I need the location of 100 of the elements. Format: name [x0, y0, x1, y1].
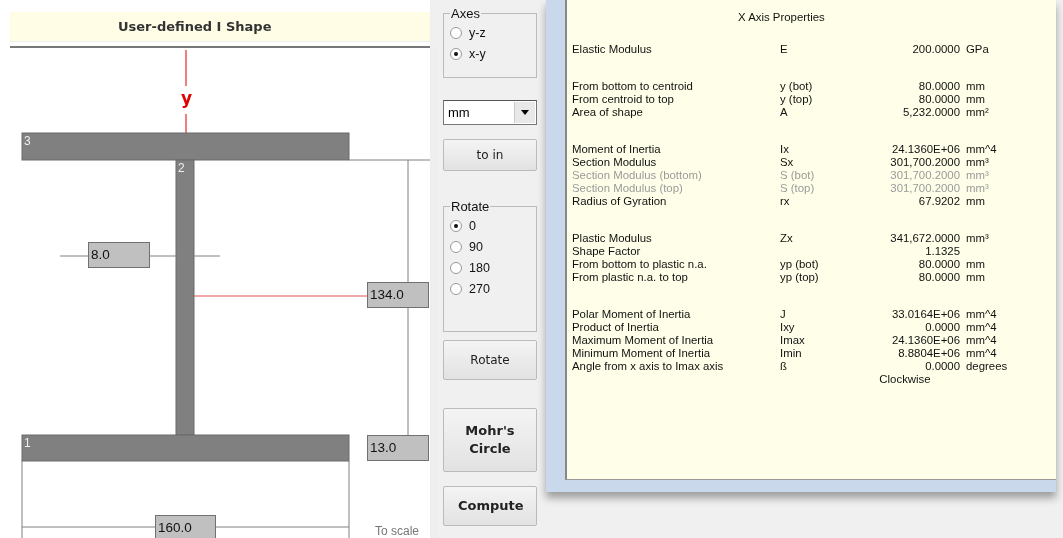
- property-unit: mm: [966, 271, 985, 284]
- dimension-line: [149, 255, 221, 257]
- properties-title: X Axis Properties: [737, 10, 826, 24]
- dimension-field[interactable]: 134.0: [367, 282, 429, 308]
- property-value: 0.0000: [924, 360, 960, 373]
- property-symbol: rx: [780, 195, 791, 208]
- panel-title: User-defined I Shape: [118, 19, 272, 34]
- property-label: From centroid to top: [572, 93, 675, 106]
- radio-button[interactable]: [450, 219, 462, 232]
- property-value: 24.1360E+06: [890, 143, 960, 156]
- radio-button[interactable]: [450, 26, 462, 39]
- group-title: Axes: [450, 6, 481, 21]
- radio-button[interactable]: [450, 240, 462, 253]
- property-unit: mm³: [966, 169, 989, 182]
- segment-number: 2: [178, 161, 185, 175]
- radio-label: x-y: [469, 46, 486, 61]
- property-symbol: yp (top): [780, 271, 820, 284]
- convert-button[interactable]: to in: [443, 139, 537, 171]
- radio-option[interactable]: 90: [450, 236, 536, 257]
- property-unit: mm³: [966, 156, 989, 169]
- property-value: 5,232.0000: [902, 106, 960, 119]
- radio-option[interactable]: x-y: [450, 43, 536, 64]
- unit-dropdown[interactable]: mm: [443, 100, 537, 125]
- radio-option[interactable]: 0: [450, 215, 536, 236]
- radio-label: 90: [469, 239, 483, 254]
- property-symbol: ß: [780, 360, 788, 373]
- property-symbol: Imin: [780, 347, 803, 360]
- radio-option[interactable]: 180: [450, 257, 536, 278]
- property-value: 33.0164E+06: [890, 308, 960, 321]
- property-value: 0.0000: [924, 321, 960, 334]
- property-label: Moment of Inertia: [572, 143, 662, 156]
- mohr-circle-button[interactable]: Mohr's Circle: [443, 408, 537, 472]
- rotate-button[interactable]: Rotate: [443, 340, 537, 380]
- property-label: Product of Inertia: [572, 321, 660, 334]
- segment-number: 3: [24, 134, 31, 148]
- property-label: Plastic Modulus: [572, 232, 653, 245]
- property-unit: degrees: [966, 360, 1008, 373]
- property-value: 80.0000: [917, 80, 960, 93]
- property-label: Maximum Moment of Inertia: [572, 334, 715, 347]
- property-unit: GPa: [966, 43, 989, 56]
- property-symbol: J: [780, 308, 787, 321]
- property-symbol: Zx: [780, 232, 794, 245]
- dimension-field[interactable]: 8.0: [88, 242, 150, 268]
- dimension-field[interactable]: 13.0: [367, 435, 429, 461]
- radio-button[interactable]: [450, 47, 462, 60]
- property-symbol: S (top): [780, 182, 816, 195]
- property-value: 301,700.2000: [889, 156, 960, 169]
- property-unit: mm: [966, 93, 985, 106]
- property-label: Section Modulus (bottom): [572, 169, 703, 182]
- property-value: 80.0000: [917, 271, 960, 284]
- property-label: Radius of Gyration: [572, 195, 668, 208]
- property-symbol: S (bot): [780, 169, 816, 182]
- property-unit: mm^4: [966, 321, 997, 334]
- property-unit: mm^4: [966, 334, 997, 347]
- property-unit: mm^4: [966, 347, 997, 360]
- web[interactable]: [175, 159, 195, 436]
- radio-option[interactable]: y-z: [450, 22, 536, 43]
- radio-option[interactable]: 270: [450, 278, 536, 299]
- property-label: Elastic Modulus: [572, 43, 653, 56]
- axis-label: y: [181, 88, 193, 108]
- property-unit: mm³: [966, 182, 989, 195]
- compute-button[interactable]: Compute: [443, 486, 537, 526]
- property-unit: mm³: [966, 232, 989, 245]
- property-value: 80.0000: [917, 258, 960, 271]
- property-label: From bottom to centroid: [572, 80, 694, 93]
- property-symbol: y (bot): [780, 80, 814, 93]
- dimension-field[interactable]: 160.0: [155, 515, 216, 538]
- bottom-flange[interactable]: [21, 434, 350, 462]
- property-unit: mm: [966, 258, 985, 271]
- property-unit: mm^4: [966, 308, 997, 321]
- property-unit: mm: [966, 80, 985, 93]
- property-label: Polar Moment of Inertia: [572, 308, 692, 321]
- scale-note: To scale: [375, 524, 420, 538]
- property-label: From bottom to plastic n.a.: [572, 258, 708, 271]
- radio-button[interactable]: [450, 282, 462, 295]
- property-unit: mm^4: [966, 143, 997, 156]
- property-label: Minimum Moment of Inertia: [572, 347, 711, 360]
- property-unit: mm²: [966, 106, 989, 119]
- property-value: 301,700.2000: [889, 182, 960, 195]
- property-label: Section Modulus (top): [572, 182, 684, 195]
- radio-button[interactable]: [450, 261, 462, 274]
- property-label: From plastic n.a. to top: [572, 271, 689, 284]
- property-value: 67.9202: [917, 195, 960, 208]
- property-label: Angle from x axis to Imax axis: [572, 360, 725, 373]
- group-title: Rotate: [450, 199, 491, 214]
- property-value: 341,672.0000: [889, 232, 960, 245]
- property-symbol: Ix: [780, 143, 790, 156]
- property-value: 1.1325: [924, 245, 960, 258]
- property-value: 200.0000: [911, 43, 960, 56]
- property-symbol: Ixy: [780, 321, 796, 334]
- property-symbol: Sx: [780, 156, 795, 169]
- property-label: Area of shape: [572, 106, 644, 119]
- axis-line: [185, 113, 187, 134]
- radio-label: 180: [469, 260, 490, 275]
- top-flange[interactable]: [21, 132, 350, 161]
- property-unit: mm: [966, 195, 985, 208]
- property-symbol: yp (bot): [780, 258, 820, 271]
- property-symbol: Imax: [780, 334, 806, 347]
- radio-label: 0: [469, 218, 476, 233]
- property-value: 301,700.2000: [889, 169, 960, 182]
